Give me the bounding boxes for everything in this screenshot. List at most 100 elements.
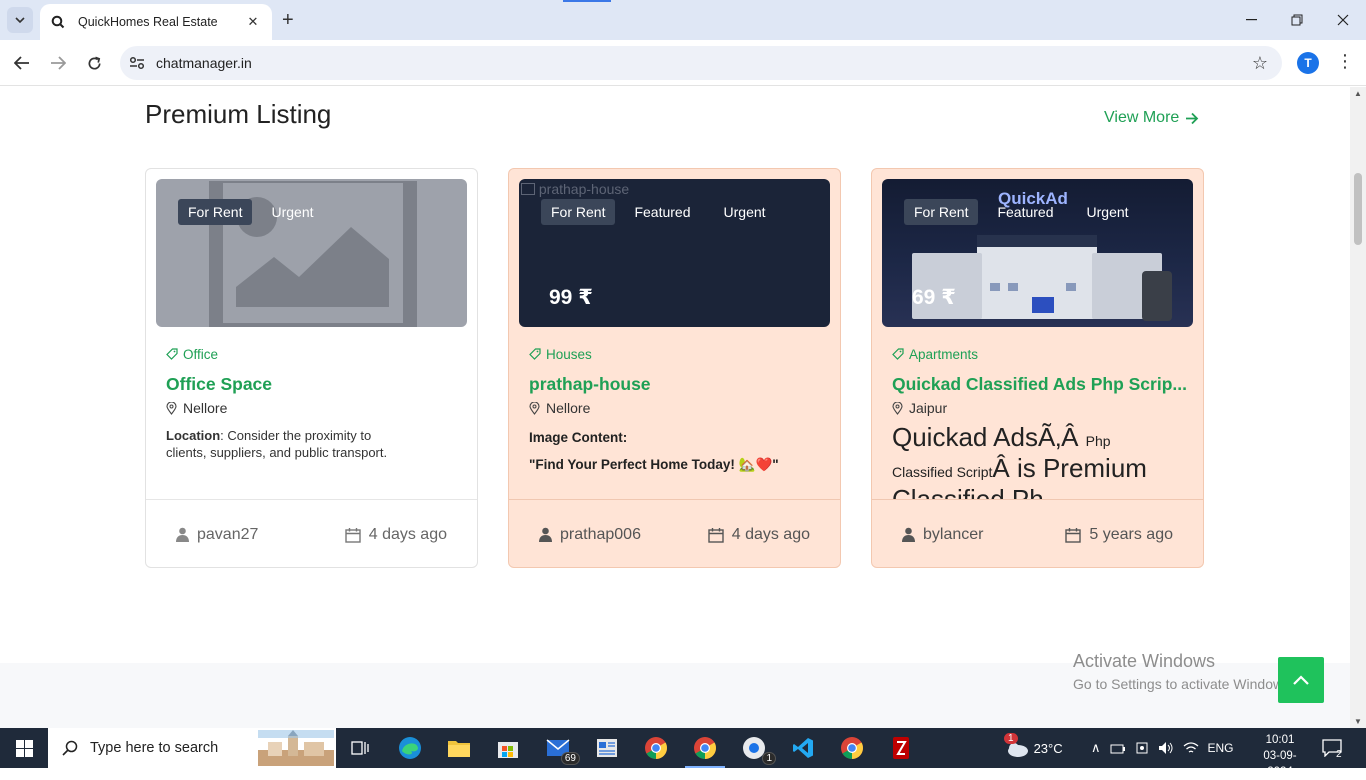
windows-taskbar: Type here to search 69 1 1 23°C ∧ ENG 10…	[0, 728, 1366, 778]
mail-icon[interactable]: 69	[544, 734, 580, 765]
browser-tab-strip: QuickHomes Real Estate ✕ +	[0, 0, 1366, 40]
notification-count: 2	[1336, 748, 1342, 760]
site-settings-icon[interactable]	[120, 46, 154, 80]
meet-now-icon[interactable]	[1135, 741, 1149, 755]
bookmark-star-icon[interactable]: ☆	[1252, 53, 1268, 74]
listing-card-quickad[interactable]: QuickAd For Rent Featured Urgent 69 ₹ Ap…	[871, 168, 1204, 568]
listing-image[interactable]: prathap-house For Rent Featured Urgent 9…	[519, 179, 830, 327]
listing-title[interactable]: Office Space	[166, 374, 466, 395]
new-tab-icon[interactable]: +	[282, 8, 294, 32]
listing-card-prathap-house[interactable]: prathap-house For Rent Featured Urgent 9…	[508, 168, 841, 568]
back-arrow-icon[interactable]	[9, 50, 35, 76]
minimize-icon[interactable]	[1228, 0, 1274, 40]
scroll-to-top-button[interactable]	[1278, 657, 1324, 703]
map-pin-icon	[529, 401, 540, 415]
browser-menu-icon[interactable]: ⋮	[1336, 51, 1354, 72]
weather-widget[interactable]: 1 23°C	[1004, 728, 1063, 768]
volume-icon[interactable]	[1158, 741, 1174, 755]
listing-card-office-space[interactable]: For Rent Urgent Office Office Space Nell…	[145, 168, 478, 568]
task-view-icon[interactable]	[346, 734, 374, 762]
listing-city: Jaipur	[892, 400, 1192, 416]
scrollbar-thumb[interactable]	[1354, 173, 1362, 245]
city-label: Nellore	[546, 400, 591, 416]
reload-icon[interactable]	[81, 50, 107, 76]
edge-browser-icon[interactable]	[396, 734, 424, 762]
description-small-2: Classified Script	[892, 464, 993, 480]
page-scrollbar[interactable]: ▲ ▼	[1350, 87, 1366, 728]
chrome-icon[interactable]	[642, 734, 670, 762]
listing-badges: For Rent Featured Urgent	[541, 199, 785, 225]
window-close-icon[interactable]	[1320, 0, 1366, 40]
chrome-profile-icon[interactable]: 1	[740, 734, 776, 765]
profile-avatar[interactable]: T	[1297, 52, 1319, 74]
url-text[interactable]: chatmanager.in	[156, 55, 252, 71]
taskbar-search[interactable]: Type here to search	[48, 728, 336, 768]
tray-expand-chevron-icon[interactable]: ∧	[1091, 740, 1101, 756]
listing-card-body: Office Office Space Nellore Location: Co…	[166, 345, 466, 499]
filezilla-icon[interactable]	[887, 734, 915, 762]
calendar-icon	[1065, 527, 1082, 543]
windows-start-button[interactable]	[0, 728, 48, 768]
file-explorer-icon[interactable]	[445, 734, 473, 762]
listing-author[interactable]: pavan27	[176, 526, 258, 544]
tab-title: QuickHomes Real Estate	[78, 15, 218, 29]
wifi-icon[interactable]	[1183, 741, 1199, 755]
listing-category[interactable]: Office	[166, 345, 466, 363]
microsoft-store-icon[interactable]	[494, 734, 522, 762]
tab-search-button[interactable]	[7, 7, 33, 33]
restore-icon[interactable]	[1274, 0, 1320, 40]
badge-urgent: Urgent	[271, 204, 314, 220]
address-bar[interactable]: chatmanager.in ☆	[120, 46, 1282, 80]
posted-time: 5 years ago	[1089, 525, 1173, 543]
scroll-down-arrow-icon[interactable]: ▼	[1354, 717, 1362, 726]
weather-alert-badge: 1	[1004, 732, 1018, 744]
listing-badges: For Rent Urgent	[178, 199, 333, 225]
listing-image-placeholder[interactable]: For Rent Urgent	[156, 179, 467, 327]
battery-icon[interactable]	[1110, 741, 1126, 755]
view-more-link[interactable]: View More	[1104, 109, 1199, 127]
page-viewport: Premium Listing View More For Rent Urgen…	[0, 87, 1350, 728]
category-label: Apartments	[909, 346, 979, 362]
listing-author[interactable]: bylancer	[902, 526, 983, 544]
listing-author[interactable]: prathap006	[539, 526, 641, 544]
user-icon	[539, 527, 552, 542]
map-pin-icon	[892, 401, 903, 415]
description-text: "Find Your Perfect Home Today! 🏡❤️"	[529, 457, 779, 472]
listing-date: 4 days ago	[708, 526, 810, 544]
badge-for-rent: For Rent	[541, 199, 616, 225]
notification-center[interactable]: 2	[1322, 728, 1348, 768]
listing-title[interactable]: prathap-house	[529, 374, 829, 395]
description-big-2: Â is Premium	[992, 453, 1147, 483]
tag-icon	[166, 348, 178, 360]
browser-tab-active[interactable]: QuickHomes Real Estate ✕	[40, 4, 272, 40]
badge-for-rent: For Rent	[904, 199, 979, 225]
category-label: Office	[183, 346, 219, 362]
tab-close-icon[interactable]: ✕	[244, 14, 262, 30]
image-alt-text: prathap-house	[538, 181, 630, 197]
language-indicator[interactable]: ENG	[1208, 741, 1234, 755]
description-label: Image Content:	[529, 430, 628, 445]
description-big-3: Classified Ph	[892, 484, 1044, 500]
listing-image[interactable]: QuickAd For Rent Featured Urgent 69 ₹	[882, 179, 1193, 327]
posted-time: 4 days ago	[731, 525, 810, 543]
author-name: bylancer	[923, 525, 984, 543]
clock[interactable]: 10:01 03-09-2024	[1252, 732, 1308, 780]
tag-icon	[892, 348, 904, 360]
tag-icon	[529, 348, 541, 360]
chrome-active-window-icon[interactable]	[691, 734, 719, 762]
vscode-icon[interactable]	[789, 734, 817, 762]
scroll-up-arrow-icon[interactable]: ▲	[1354, 89, 1362, 98]
listing-category[interactable]: Apartments	[892, 345, 1192, 363]
badge-featured: Featured	[634, 204, 691, 220]
listing-badges: For Rent Featured Urgent	[904, 199, 1148, 225]
listing-title[interactable]: Quickad Classified Ads Php Scrip...	[892, 374, 1192, 395]
chrome-alt-icon[interactable]	[838, 734, 866, 762]
news-app-icon[interactable]	[593, 734, 621, 762]
forward-arrow-icon[interactable]	[45, 50, 71, 76]
chrome-badge: 1	[762, 752, 776, 765]
author-name: prathap006	[560, 525, 641, 543]
badge-urgent: Urgent	[723, 204, 766, 220]
listing-price: 99 ₹	[549, 286, 593, 309]
description-label: Location	[166, 428, 221, 443]
listing-category[interactable]: Houses	[529, 345, 829, 363]
